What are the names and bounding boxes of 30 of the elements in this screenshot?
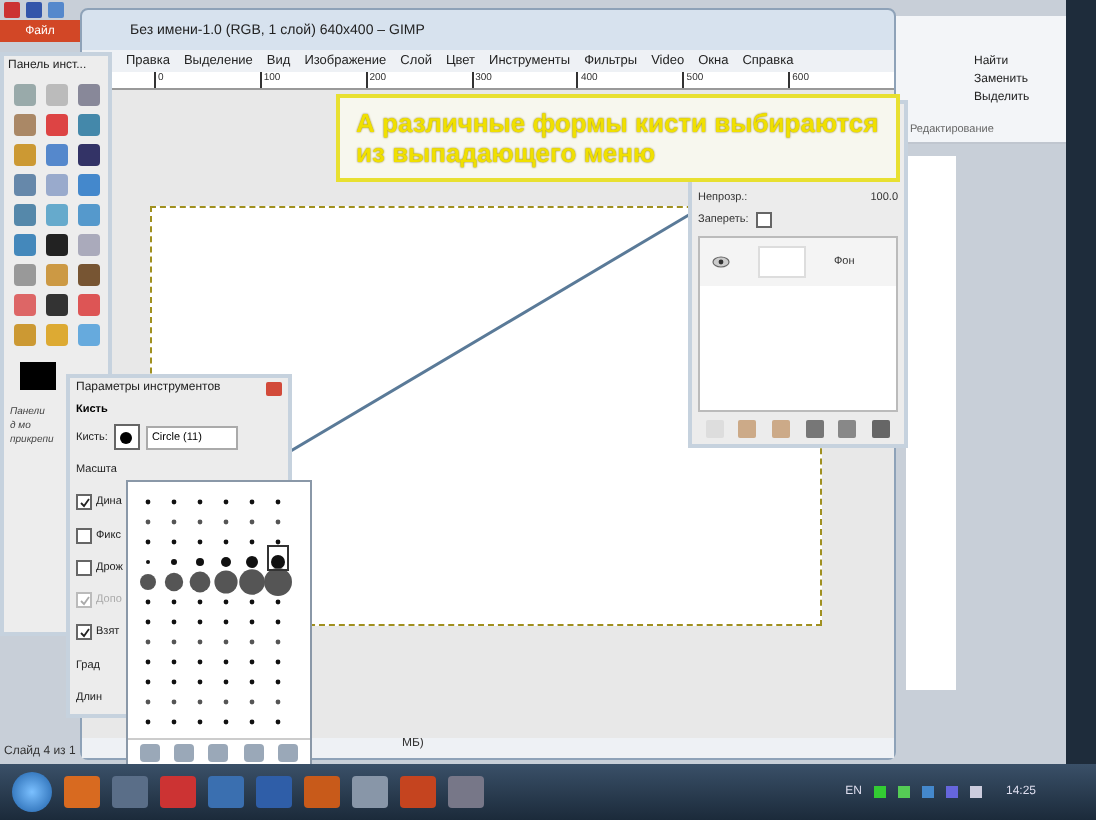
popup-tool-icon[interactable] (139, 744, 160, 762)
tool-icon[interactable] (78, 264, 100, 286)
lock-checkbox[interactable] (756, 212, 773, 228)
tool-icon[interactable] (78, 144, 100, 166)
checkbox[interactable] (76, 494, 92, 511)
taskbar-app-icon[interactable] (64, 776, 100, 808)
eye-icon[interactable] (712, 256, 730, 268)
tool-icon[interactable] (46, 294, 68, 316)
taskbar-app-icon[interactable] (400, 776, 436, 808)
layer-thumbnail (758, 246, 806, 278)
round-brush-icon (120, 431, 133, 443)
brush-button[interactable] (113, 424, 140, 450)
tool-icon[interactable] (46, 234, 68, 256)
start-button[interactable] (12, 772, 52, 812)
popup-tool-icon[interactable] (243, 744, 264, 762)
taskbar-app-icon[interactable] (208, 776, 244, 808)
color-swatch[interactable] (20, 362, 56, 390)
checkbox[interactable] (76, 624, 92, 641)
popup-tool-icon[interactable] (278, 744, 299, 762)
checkbox[interactable] (76, 527, 92, 544)
taskbar-app-icon[interactable] (304, 776, 340, 808)
taskbar-app-icon[interactable] (352, 776, 388, 808)
close-icon[interactable] (266, 382, 282, 396)
taskbar-app-icon[interactable] (160, 776, 196, 808)
popup-tool-icon[interactable] (174, 744, 195, 762)
checkbox[interactable] (76, 559, 92, 576)
callout-text: А различные формы кисти выбираются из выпадающего меню (336, 94, 900, 182)
taskbar-app-icon[interactable] (112, 776, 148, 808)
taskbar-app-icon[interactable] (448, 776, 484, 808)
popup-tool-icon[interactable] (208, 744, 229, 762)
